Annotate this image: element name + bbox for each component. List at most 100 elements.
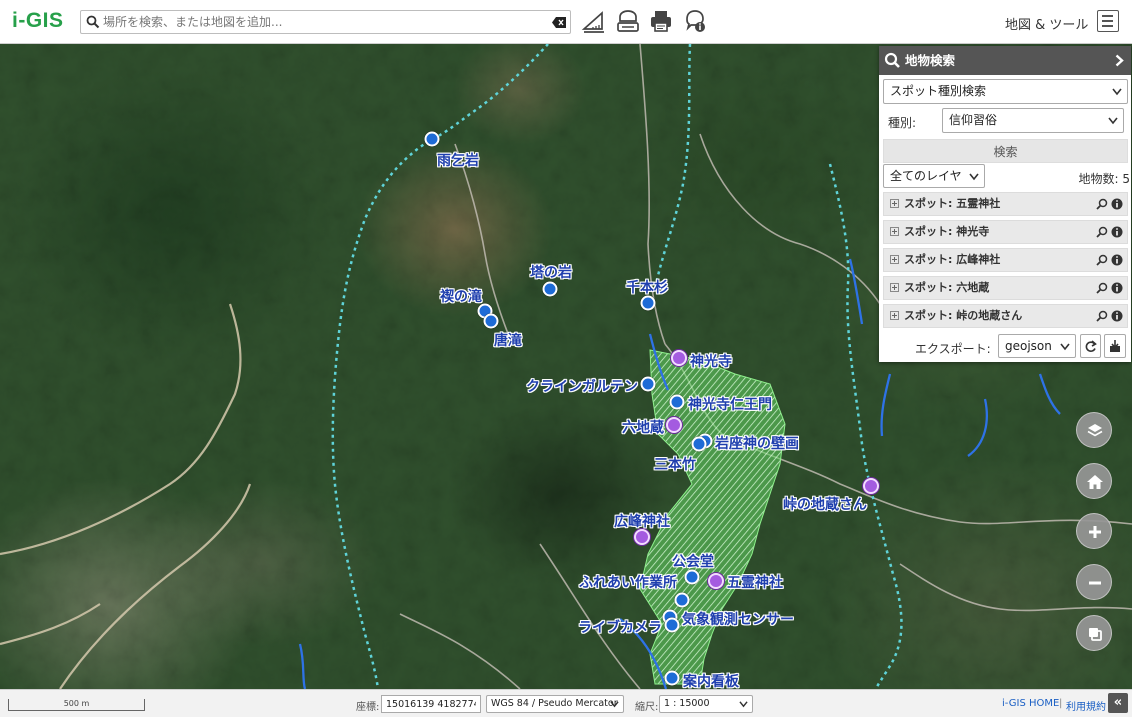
info-icon[interactable]: [1111, 226, 1123, 238]
map-marker[interactable]: [669, 394, 685, 410]
chevron-right-icon[interactable]: [1115, 54, 1124, 67]
map-label[interactable]: 気象観測センサー: [682, 609, 794, 629]
export-label: エクスポート:: [915, 342, 991, 356]
feature-count: 地物数: 5: [1078, 172, 1131, 186]
layers-button[interactable]: [1076, 412, 1112, 448]
layer-select[interactable]: 全てのレイヤ: [883, 164, 985, 188]
info-icon[interactable]: [1111, 198, 1123, 210]
reload-button[interactable]: [1080, 334, 1101, 358]
map-marker[interactable]: [674, 592, 690, 608]
map-label[interactable]: 広峰神社: [614, 511, 670, 531]
map-label[interactable]: 岩座神の壁画: [715, 433, 799, 453]
map-label[interactable]: ふれあい作業所: [579, 572, 677, 592]
result-label: スポット: 神光寺: [904, 225, 990, 238]
zoom-to-icon[interactable]: [1096, 310, 1108, 322]
scale-value: 1 : 15000: [664, 698, 710, 709]
status-bar: 500 m 座標: WGS 84 / Pseudo Mercator 縮尺: 1…: [0, 689, 1132, 717]
print-icon[interactable]: [648, 8, 674, 34]
zoom-to-icon[interactable]: [1096, 226, 1108, 238]
app-logo[interactable]: i-GIS: [12, 9, 64, 33]
info-icon[interactable]: [682, 8, 708, 34]
search-button[interactable]: 検索: [883, 139, 1128, 163]
map-marker[interactable]: [863, 478, 879, 494]
home-button[interactable]: [1076, 463, 1112, 499]
result-item[interactable]: スポット: 六地蔵: [883, 276, 1128, 300]
map-label[interactable]: 禊の滝: [440, 286, 482, 306]
map-label[interactable]: 案内看板: [683, 671, 739, 689]
result-item[interactable]: スポット: 広峰神社: [883, 248, 1128, 272]
expand-icon[interactable]: [890, 283, 899, 292]
export-format-select[interactable]: geojson: [998, 334, 1076, 358]
download-button[interactable]: [1104, 334, 1126, 358]
coordinate-label: 座標:: [356, 702, 380, 713]
search-input[interactable]: [103, 12, 543, 32]
result-item[interactable]: スポット: 五霊神社: [883, 192, 1128, 216]
coordinate-input[interactable]: [381, 695, 481, 713]
clear-search-icon[interactable]: [552, 17, 566, 28]
map-label[interactable]: 三本竹: [654, 454, 696, 474]
map-label[interactable]: 千本杉: [626, 277, 668, 297]
zoom-out-icon: [1089, 581, 1101, 585]
info-icon[interactable]: [1111, 310, 1123, 322]
map-label[interactable]: 神光寺: [690, 351, 732, 371]
home-link[interactable]: i-GIS HOME: [1002, 698, 1059, 709]
zoom-to-icon[interactable]: [1096, 254, 1108, 266]
result-item[interactable]: スポット: 峠の地蔵さん: [883, 304, 1128, 328]
measure-icon[interactable]: [581, 8, 607, 34]
zoom-in-button[interactable]: [1076, 513, 1112, 549]
expand-icon[interactable]: [890, 199, 899, 208]
map-marker[interactable]: [634, 529, 650, 545]
zoom-out-button[interactable]: [1076, 564, 1112, 600]
scale-select[interactable]: 1 : 15000: [659, 695, 753, 713]
map-marker[interactable]: [424, 131, 440, 147]
map-marker[interactable]: [666, 417, 682, 433]
map-label[interactable]: 峠の地蔵さん: [783, 494, 867, 514]
map-marker[interactable]: [542, 281, 558, 297]
map-label[interactable]: クラインガルテン: [526, 376, 638, 396]
map-marker[interactable]: [708, 573, 724, 589]
map-marker[interactable]: [664, 617, 680, 633]
map-tools-label[interactable]: 地図 & ツール: [1005, 14, 1088, 33]
map-label[interactable]: 雨乞岩: [437, 150, 479, 170]
info-icon[interactable]: [1111, 282, 1123, 294]
collapse-button[interactable]: «: [1108, 693, 1128, 713]
kind-select[interactable]: 信仰習俗: [942, 108, 1124, 133]
map-marker[interactable]: [483, 313, 499, 329]
result-label: スポット: 峠の地蔵さん: [904, 309, 1023, 322]
crs-select[interactable]: WGS 84 / Pseudo Mercator: [486, 695, 624, 713]
expand-icon[interactable]: [890, 227, 899, 236]
kind-label: 種別:: [888, 116, 917, 130]
chevron-down-icon: [739, 701, 748, 708]
map-marker[interactable]: [671, 350, 687, 366]
save-map-icon[interactable]: [615, 8, 641, 34]
link-separator: |: [1059, 698, 1063, 709]
scale-label: 縮尺:: [635, 702, 659, 713]
info-icon[interactable]: [1111, 254, 1123, 266]
map-marker[interactable]: [664, 670, 680, 686]
map-label[interactable]: 神光寺仁王門: [688, 394, 772, 414]
hamburger-menu-icon[interactable]: [1097, 10, 1119, 32]
search-box[interactable]: [80, 10, 571, 34]
zoom-to-icon[interactable]: [1096, 198, 1108, 210]
result-item[interactable]: スポット: 神光寺: [883, 220, 1128, 244]
map-marker[interactable]: [640, 376, 656, 392]
overview-map-icon: [1089, 628, 1102, 641]
map-label[interactable]: 公会堂: [672, 551, 714, 571]
map-label[interactable]: ライブカメラ: [578, 617, 662, 637]
search-type-value: スポット種別検索: [890, 84, 987, 98]
map-marker[interactable]: [691, 436, 707, 452]
overview-map-button[interactable]: [1076, 615, 1112, 651]
feature-search-panel: 地物検索 スポット種別検索 種別: 信仰習俗 検索 全てのレイヤ 地物数: 5 …: [879, 46, 1131, 362]
map-label[interactable]: 五霊神社: [727, 572, 783, 592]
map-marker[interactable]: [640, 295, 656, 311]
map-label[interactable]: 六地蔵: [622, 417, 664, 437]
expand-icon[interactable]: [890, 255, 899, 264]
terms-link[interactable]: 利用規約: [1066, 698, 1106, 713]
search-type-select[interactable]: スポット種別検索: [883, 79, 1128, 104]
chevron-down-icon: [1108, 117, 1118, 125]
map-label[interactable]: 唐滝: [494, 330, 522, 350]
expand-icon[interactable]: [890, 311, 899, 320]
map-marker[interactable]: [684, 569, 700, 585]
map-label[interactable]: 塔の岩: [530, 262, 572, 282]
zoom-to-icon[interactable]: [1096, 282, 1108, 294]
